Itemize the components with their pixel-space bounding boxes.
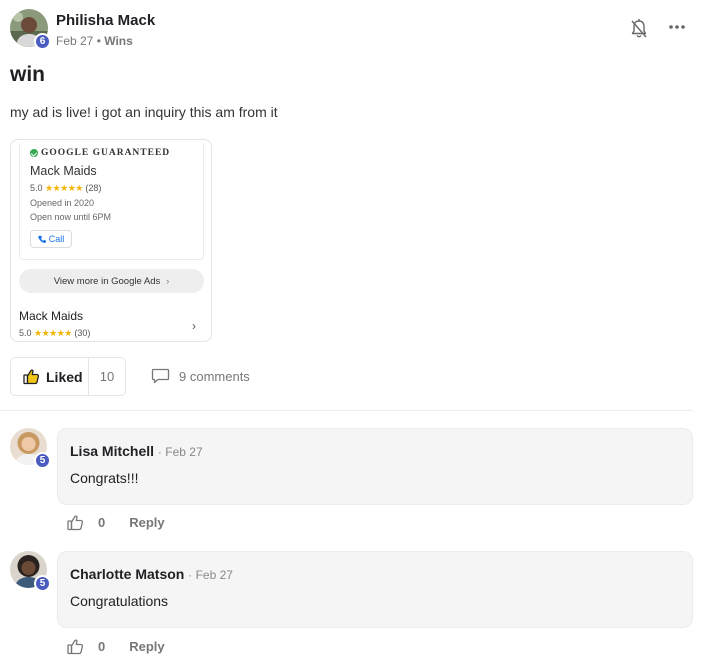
ad-business-card: GOOGLE GUARANTEED Mack Maids 5.0 ★★★★★ (… xyxy=(19,142,204,260)
call-label: Call xyxy=(48,234,65,244)
comment-text: Congrats!!! xyxy=(70,470,139,486)
comment-like-count: 0 xyxy=(98,515,106,530)
like-control: Liked 10 xyxy=(10,357,126,396)
review-count-2: (30) xyxy=(74,328,91,338)
commenter-level-badge: 5 xyxy=(34,452,51,469)
divider xyxy=(0,410,693,411)
ad-call-button: Call xyxy=(30,230,72,248)
comment-text: Congratulations xyxy=(70,593,169,609)
post-date[interactable]: Feb 27 xyxy=(56,34,93,48)
post-body: my ad is live! i got an inquiry this am … xyxy=(10,104,278,120)
liked-label: Liked xyxy=(46,368,83,385)
ad-hours: Open now until 6PM xyxy=(30,212,112,222)
post-image[interactable]: GOOGLE GUARANTEED Mack Maids 5.0 ★★★★★ (… xyxy=(10,139,212,342)
like-count[interactable]: 10 xyxy=(89,369,125,384)
comment-actions: 0 Reply xyxy=(67,514,165,531)
comments-count-button[interactable]: 9 comments xyxy=(151,368,250,385)
ad-business-name: Mack Maids xyxy=(30,164,97,178)
like-button[interactable]: Liked xyxy=(11,358,89,395)
ad-rating-2: 5.0 ★★★★★ (30) xyxy=(19,328,90,339)
bell-off-icon xyxy=(631,19,647,38)
comment-author-line: Charlotte Matson · Feb 27 xyxy=(70,566,233,582)
comment-actions: 0 Reply xyxy=(67,638,165,655)
comment-date: · Feb 27 xyxy=(157,445,203,459)
phone-icon xyxy=(37,235,46,243)
reply-button[interactable]: Reply xyxy=(129,639,164,654)
ad-rating: 5.0 ★★★★★ (28) xyxy=(30,183,101,194)
review-count: (28) xyxy=(85,183,102,193)
comment-bubble: Charlotte Matson · Feb 27 Congratulation… xyxy=(57,551,693,628)
ad-view-more-button: View more in Google Ads › xyxy=(19,269,204,293)
view-more-label: View more in Google Ads xyxy=(53,275,161,287)
guarantee-label: GOOGLE GUARANTEED xyxy=(41,148,171,158)
ad-business-name-2: Mack Maids xyxy=(19,309,84,323)
comment-date: · Feb 27 xyxy=(188,568,233,582)
thumbs-up-outline-icon[interactable] xyxy=(67,638,84,655)
author-level-badge: 6 xyxy=(34,33,51,50)
post-category[interactable]: Wins xyxy=(104,34,133,48)
chevron-right-icon: › xyxy=(192,319,196,333)
comment-author-name[interactable]: Lisa Mitchell xyxy=(70,443,154,459)
commenter-level-badge: 5 xyxy=(34,575,51,592)
notification-bell-button[interactable] xyxy=(629,18,649,40)
reply-button[interactable]: Reply xyxy=(129,515,164,530)
thumbs-up-outline-icon[interactable] xyxy=(67,514,84,531)
comment-author-line: Lisa Mitchell · Feb 27 xyxy=(70,443,203,459)
comment-like-count: 0 xyxy=(98,639,106,654)
chevron-right-icon: › xyxy=(166,276,170,286)
meta-separator: • xyxy=(96,34,101,48)
ad-opened: Opened in 2020 xyxy=(30,198,95,208)
star-rating-icon: ★★★★★ xyxy=(34,328,72,338)
commenter-level: 5 xyxy=(39,578,46,589)
star-rating-icon: ★★★★★ xyxy=(45,183,83,193)
comment-bubble: Lisa Mitchell · Feb 27 Congrats!!! xyxy=(57,428,693,505)
rating-value-2: 5.0 xyxy=(19,328,32,338)
google-guaranteed-badge: GOOGLE GUARANTEED xyxy=(30,148,170,158)
comment-author-name[interactable]: Charlotte Matson xyxy=(70,566,184,582)
post-meta: Feb 27 • Wins xyxy=(56,34,133,48)
rating-value: 5.0 xyxy=(30,183,43,193)
comment-bubble-icon xyxy=(151,368,170,384)
more-options-button[interactable] xyxy=(667,20,687,34)
author-level: 6 xyxy=(39,36,46,47)
comments-label: 9 comments xyxy=(179,369,250,384)
post-author-name[interactable]: Philisha Mack xyxy=(56,12,155,29)
post-title: win xyxy=(10,63,45,86)
thumbs-up-icon xyxy=(23,369,40,385)
check-icon xyxy=(30,149,38,157)
ellipsis-icon xyxy=(669,25,685,29)
commenter-level: 5 xyxy=(39,455,46,466)
